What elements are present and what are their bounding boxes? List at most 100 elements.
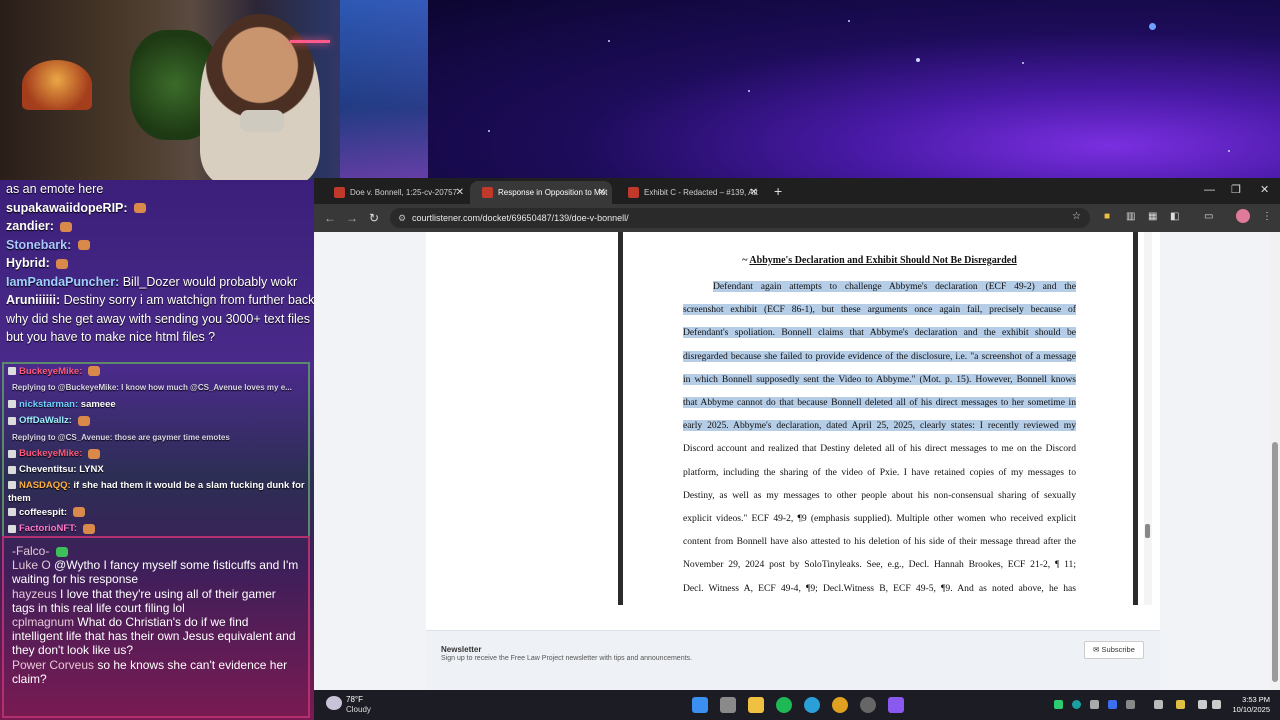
chat-username[interactable]: BuckeyeMike: — [19, 366, 82, 377]
pdf-scroll-thumb[interactable] — [1145, 524, 1150, 538]
line-text: platform, including the sharing of the v… — [683, 466, 1076, 478]
tab-exhibit[interactable]: Exhibit C - Redacted – #139, Att ✕ — [616, 181, 764, 204]
section-heading: ~ Abbyme's Declaration and Exhibit Shoul… — [683, 255, 1076, 266]
lamp — [22, 60, 92, 110]
sidepanel-icon[interactable]: ▭ — [1204, 211, 1214, 222]
badge-icon — [8, 465, 16, 474]
streamer — [200, 14, 320, 180]
chat-message: Hybrid: — [6, 254, 308, 273]
close-window-button[interactable]: ✕ — [1260, 180, 1269, 200]
maximize-button[interactable]: ❐ — [1231, 180, 1241, 200]
chat-text: LYNX — [79, 464, 104, 476]
chat-message: Aruniiiiii: Destiny sorry i am watchign … — [6, 291, 314, 310]
subscribe-button[interactable]: ✉ Subscribe — [1084, 641, 1144, 659]
tray-icon[interactable] — [1108, 700, 1117, 709]
volume-icon[interactable] — [1212, 700, 1221, 709]
reload-button[interactable]: ↻ — [369, 210, 379, 226]
line-text: Discord account and realized that Destin… — [683, 443, 1076, 455]
chat-username[interactable]: Hybrid: — [6, 256, 50, 270]
browser-window: Doe v. Bonnell, 1:25-cv-20757 ✕ Response… — [314, 178, 1280, 690]
close-icon[interactable]: ✕ — [750, 181, 758, 204]
close-icon[interactable]: ✕ — [598, 181, 606, 204]
bookmark-star-icon[interactable]: ☆ — [1072, 211, 1082, 222]
tab-response[interactable]: Response in Opposition to Mot ✕ — [470, 181, 612, 204]
tray-icon[interactable] — [1154, 700, 1163, 709]
back-button[interactable]: ← — [324, 210, 336, 226]
file-explorer-icon[interactable] — [748, 697, 764, 713]
pdf-scrollbar[interactable] — [1144, 232, 1152, 605]
tray-icon[interactable] — [1126, 700, 1135, 709]
emote-icon — [60, 221, 73, 232]
minimize-button[interactable]: — — [1204, 180, 1215, 200]
chat-username[interactable]: Power Corveus — [12, 658, 94, 672]
menu-icon[interactable]: ⋮ — [1262, 211, 1272, 222]
tray-icon[interactable] — [1072, 700, 1081, 709]
microphone — [240, 110, 284, 132]
chat-username[interactable]: zandier: — [6, 219, 54, 233]
tray-icon[interactable] — [1054, 700, 1063, 709]
tray-icon[interactable] — [1090, 700, 1099, 709]
chat-username[interactable]: FactorioNFT: — [19, 523, 77, 534]
chat-text: @Wytho I fancy myself some fisticuffs an… — [12, 558, 299, 587]
chat-username[interactable]: NASDAQQ: — [19, 480, 71, 491]
chat-message: -Falco- — [12, 544, 300, 558]
chat-message: as an emote here — [6, 180, 308, 199]
extension-icon[interactable]: ▦ — [1148, 211, 1158, 222]
chat-username[interactable]: nickstarman: — [19, 399, 78, 410]
document-line: platform, including the sharing of the v… — [683, 466, 1076, 480]
document-line: Discord account and realized that Destin… — [683, 442, 1076, 456]
spotify-icon[interactable] — [776, 697, 792, 713]
neon-light — [290, 40, 330, 43]
line-text: content from Bonnell have also attested … — [683, 536, 1076, 548]
folder-icon[interactable]: ■ — [1104, 211, 1114, 222]
webcam-overlay — [0, 0, 428, 180]
app-icon[interactable] — [860, 697, 876, 713]
page-scroll-thumb[interactable] — [1272, 442, 1278, 682]
site-settings-icon[interactable]: ⚙ — [398, 208, 406, 228]
subscribe-label: Subscribe — [1101, 645, 1135, 654]
network-icon[interactable] — [1198, 700, 1207, 709]
url-field[interactable]: ⚙ courtlistener.com/docket/69650487/139/… — [390, 208, 1090, 228]
chat-username[interactable]: supakawaiidopeRIP: — [6, 201, 128, 215]
chat-username[interactable]: Stonebark: — [6, 238, 71, 252]
badge-icon — [8, 449, 16, 458]
chat-username[interactable]: OffDaWallz: — [19, 415, 72, 426]
cloud-icon[interactable] — [326, 696, 342, 710]
chat-username[interactable]: IamPandaPuncher: — [6, 275, 119, 289]
clock[interactable]: 3:53 PM 10/10/2025 — [1224, 695, 1270, 715]
chat-username[interactable]: coffeespit: — [19, 507, 67, 518]
emote-icon — [55, 546, 68, 557]
chat-username[interactable]: BuckeyeMike: — [19, 448, 82, 459]
tray-icon[interactable] — [1176, 700, 1185, 709]
trash-icon[interactable]: ▥ — [1126, 211, 1136, 222]
new-tab-button[interactable]: + — [774, 181, 782, 201]
chat-section-bottom: -Falco- Luke O @Wytho I fancy myself som… — [2, 536, 310, 718]
page-viewport: ~ Abbyme's Declaration and Exhibit Shoul… — [314, 232, 1280, 690]
close-icon[interactable]: ✕ — [456, 181, 464, 204]
chat-username[interactable]: cplmagnum — [12, 615, 74, 629]
emote-icon — [77, 415, 90, 426]
task-view-icon[interactable] — [720, 697, 736, 713]
emote-icon — [134, 203, 147, 214]
app-icon[interactable] — [888, 697, 904, 713]
badge-icon — [8, 367, 16, 376]
badge-icon — [8, 416, 16, 425]
chat-username[interactable]: Luke O — [12, 558, 51, 572]
forward-button[interactable]: → — [346, 210, 358, 226]
document-line: screenshot exhibit (ECF 86-1), but these… — [683, 303, 1076, 317]
document-line: in which Bonnell supposedly sent the Vid… — [683, 373, 1076, 387]
chat-username[interactable]: -Falco- — [12, 544, 49, 558]
edge-icon[interactable] — [804, 697, 820, 713]
chat-username[interactable]: Cheventitsu: — [19, 464, 77, 475]
chat-message: nickstarman: sameee — [4, 397, 308, 413]
weather-temp: 78°F — [346, 695, 363, 704]
chat-username[interactable]: hayzeus — [12, 587, 57, 601]
chrome-icon[interactable] — [832, 697, 848, 713]
chat-username[interactable]: Aruniiiiii: — [6, 293, 60, 307]
start-icon[interactable] — [692, 697, 708, 713]
avatar[interactable] — [1236, 209, 1250, 223]
document-line: Decl. Witness A, ECF 49-4, ¶9; Decl.Witn… — [683, 582, 1076, 596]
puzzle-icon[interactable]: ◧ — [1170, 211, 1180, 222]
chat-message: hayzeus I love that they're using all of… — [12, 587, 300, 615]
tab-docket[interactable]: Doe v. Bonnell, 1:25-cv-20757 ✕ — [322, 181, 470, 204]
